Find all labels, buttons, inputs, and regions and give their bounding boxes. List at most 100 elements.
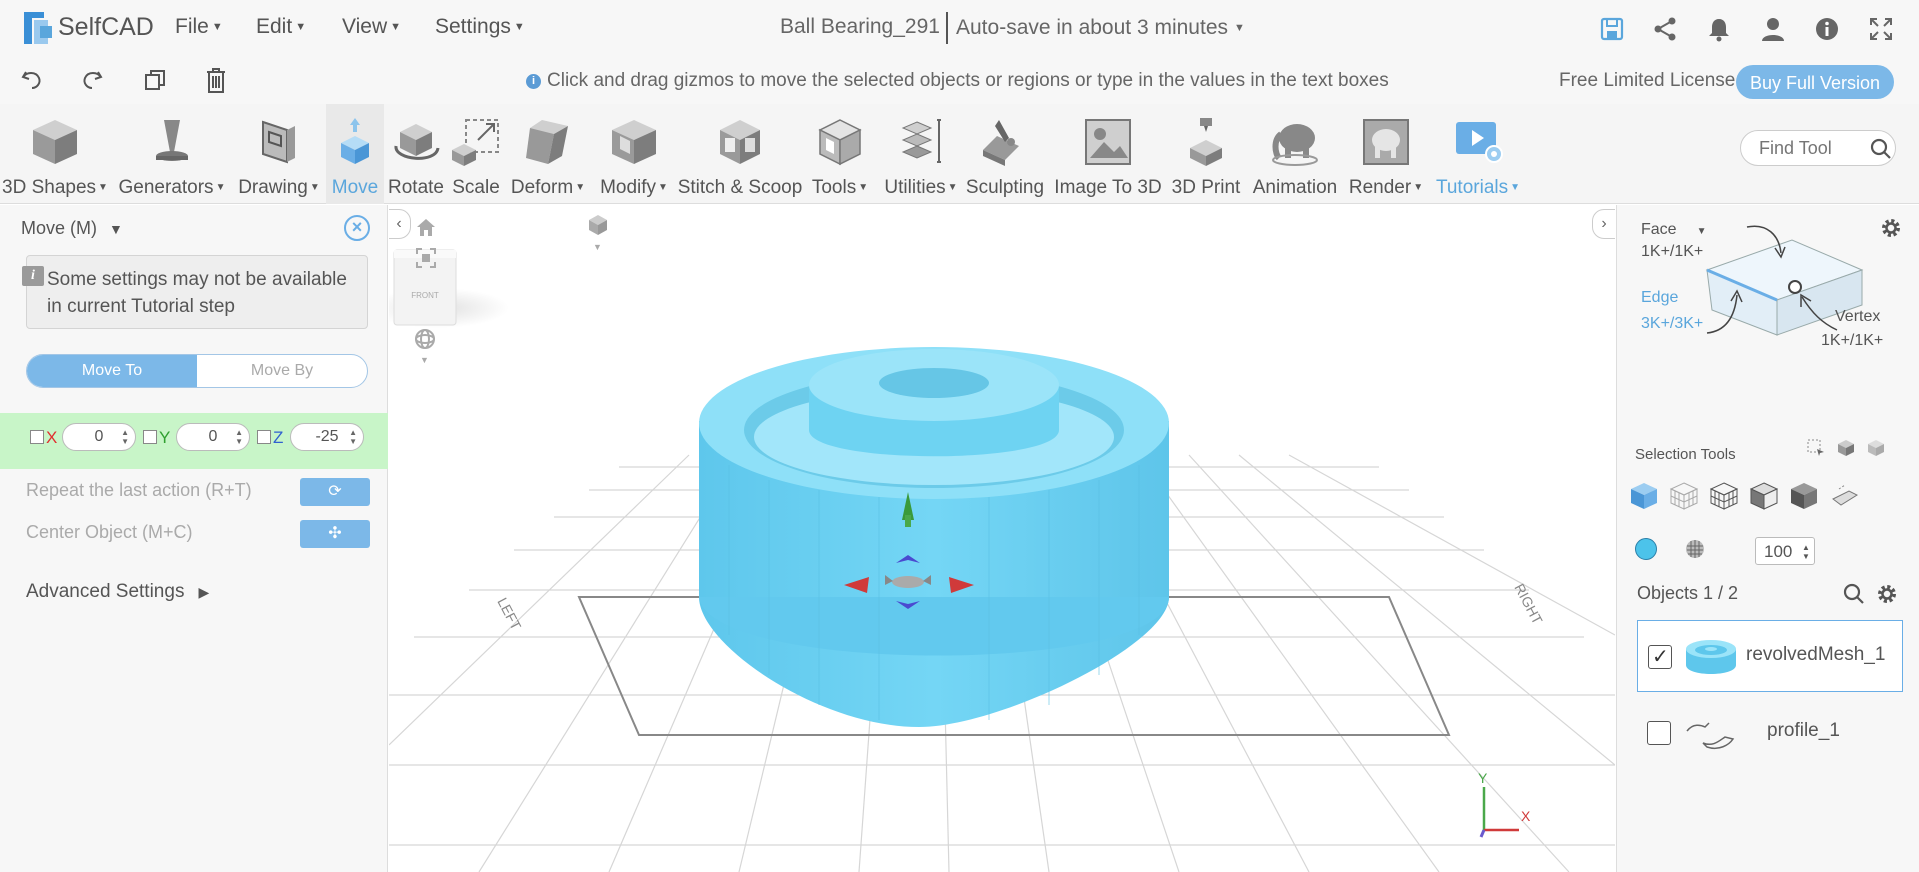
collapse-left-panel-button[interactable]: ‹	[389, 209, 411, 239]
tool-generators[interactable]: Generators ▼	[116, 104, 228, 204]
bell-icon[interactable]	[1706, 16, 1732, 42]
select-solid-icon[interactable]	[1629, 481, 1659, 511]
undo-icon[interactable]	[20, 68, 44, 92]
save-icon[interactable]	[1599, 16, 1625, 42]
object-visible-checkbox[interactable]	[1647, 721, 1671, 745]
gear-icon[interactable]	[1876, 583, 1898, 605]
object-visible-checkbox[interactable]: ✓	[1648, 645, 1672, 669]
buy-full-version-button[interactable]: Buy Full Version	[1736, 65, 1894, 99]
tool-sculpting[interactable]: Sculpting	[964, 104, 1046, 204]
home-icon[interactable]	[415, 216, 437, 238]
camera-dropdown-icon[interactable]: ▼	[593, 242, 602, 252]
z-checkbox[interactable]	[257, 430, 271, 444]
objects-count-label: Objects 1 / 2	[1637, 583, 1739, 603]
tool-scale[interactable]: Scale	[448, 104, 504, 204]
orbit-icon[interactable]	[413, 327, 437, 351]
spinner-icon[interactable]: ▲ ▼	[235, 428, 243, 446]
tool-rotate[interactable]: Rotate	[386, 104, 446, 204]
3d-viewport[interactable]: LEFT RIGHT FRONT Y X ‹ › ▼ ▼	[389, 205, 1615, 872]
select-region-icon[interactable]	[1807, 439, 1825, 457]
object-row-profile[interactable]: profile_1	[1637, 697, 1903, 769]
menu-edit[interactable]: Edit ▼	[256, 15, 306, 39]
x-checkbox[interactable]	[30, 430, 44, 444]
z-input[interactable]: -25 ▲ ▼	[290, 423, 364, 451]
menu-file[interactable]: File ▼	[175, 15, 223, 39]
tool-image-to-3d[interactable]: Image To 3D	[1050, 104, 1166, 204]
spinner-icon[interactable]: ▲ ▼	[349, 428, 357, 446]
tool-deform[interactable]: Deform ▼	[506, 104, 590, 204]
spinner-icon[interactable]: ▲ ▼	[121, 428, 129, 446]
copy-icon[interactable]	[143, 68, 167, 92]
chevron-down-icon: ▼	[390, 21, 402, 34]
tool-drawing[interactable]: Drawing ▼	[234, 104, 324, 204]
tool-3d-shapes[interactable]: 3D Shapes ▼	[0, 104, 110, 204]
select-plane-icon[interactable]	[1829, 481, 1859, 511]
brush-size-input[interactable]: 100 ▲ ▼	[1755, 537, 1815, 565]
vertex-label[interactable]: Vertex	[1835, 308, 1880, 326]
vertex-count: 1K+/1K+	[1821, 332, 1884, 349]
license-label: Free Limited License	[1559, 70, 1736, 91]
tool-tutorials[interactable]: Tutorials ▼	[1428, 104, 1528, 204]
select-wire-light-icon[interactable]	[1669, 481, 1699, 511]
texture-icon[interactable]	[1684, 538, 1706, 560]
tool-tools[interactable]: Tools ▼	[806, 104, 874, 204]
orbit-dropdown-icon[interactable]: ▼	[420, 355, 429, 365]
camera-icon[interactable]	[585, 213, 611, 239]
select-face-icon[interactable]	[1749, 481, 1779, 511]
select-shaded-icon[interactable]	[1789, 481, 1819, 511]
tool-label: Render	[1348, 177, 1412, 198]
revolved-mesh-object[interactable]	[699, 347, 1169, 727]
menu-settings[interactable]: Settings ▼	[435, 15, 525, 39]
repeat-action-button[interactable]: ⟳	[300, 478, 370, 506]
fullscreen-icon[interactable]	[1868, 16, 1894, 42]
tool-render[interactable]: Render ▼	[1346, 104, 1426, 204]
deform-icon	[522, 116, 574, 168]
search-icon[interactable]	[1870, 138, 1892, 160]
tool-move[interactable]: Move	[326, 104, 384, 204]
chevron-down-icon: ▼	[1510, 182, 1521, 194]
selfcad-logo-icon[interactable]	[18, 8, 58, 48]
tool-3d-print[interactable]: 3D Print	[1166, 104, 1246, 204]
move-by-tab[interactable]: Move By	[197, 355, 367, 387]
close-icon[interactable]: ×	[344, 215, 370, 241]
redo-icon[interactable]	[80, 68, 104, 92]
advanced-settings-toggle[interactable]: Advanced Settings ▶	[26, 581, 209, 603]
right-label: RIGHT	[1511, 581, 1546, 627]
user-icon[interactable]	[1760, 16, 1786, 42]
tool-animation[interactable]: Animation	[1246, 104, 1344, 204]
tutorials-icon	[1452, 116, 1504, 168]
y-input[interactable]: 0 ▲ ▼	[176, 423, 250, 451]
scene-canvas[interactable]: LEFT RIGHT FRONT Y X	[389, 205, 1615, 872]
info-icon[interactable]	[1814, 16, 1840, 42]
left-label: LEFT	[494, 595, 524, 633]
object-thumbnail	[1684, 635, 1738, 679]
info-icon: i	[526, 74, 541, 89]
menu-view[interactable]: View ▼	[342, 15, 401, 39]
tool-modify[interactable]: Modify ▼	[594, 104, 674, 204]
x-input[interactable]: 0 ▲ ▼	[62, 423, 136, 451]
delete-icon[interactable]	[204, 66, 228, 94]
select-object-icon[interactable]	[1837, 439, 1855, 457]
share-icon[interactable]	[1652, 16, 1678, 42]
move-to-tab[interactable]: Move To	[27, 355, 197, 387]
autosave-dropdown[interactable]: Auto-save in about 3 minutes ▼	[946, 12, 1245, 44]
y-checkbox[interactable]	[143, 430, 157, 444]
center-object-button[interactable]: ✣	[300, 520, 370, 548]
stitch-scoop-icon	[714, 116, 766, 168]
document-title[interactable]: Ball Bearing_291	[780, 15, 940, 39]
select-all-icon[interactable]	[1867, 439, 1885, 457]
tool-stitch-scoop[interactable]: Stitch & Scoop	[676, 104, 804, 204]
edge-label[interactable]: Edge	[1641, 289, 1678, 307]
select-wire-dark-icon[interactable]	[1709, 481, 1739, 511]
axis-x-label: X	[1521, 808, 1531, 824]
spinner-icon[interactable]: ▲ ▼	[1802, 543, 1810, 561]
fit-view-icon[interactable]	[415, 247, 437, 269]
collapse-right-panel-button[interactable]: ›	[1592, 209, 1615, 239]
panel-title[interactable]: Move (M) ▼	[21, 218, 123, 239]
color-swatch[interactable]	[1635, 538, 1657, 560]
object-row-revolvedmesh[interactable]: ✓ revolvedMesh_1	[1637, 620, 1903, 692]
tool-utilities[interactable]: Utilities ▼	[878, 104, 964, 204]
search-icon[interactable]	[1843, 583, 1865, 605]
move-icon	[329, 116, 381, 168]
elephant-icon	[1269, 116, 1321, 168]
